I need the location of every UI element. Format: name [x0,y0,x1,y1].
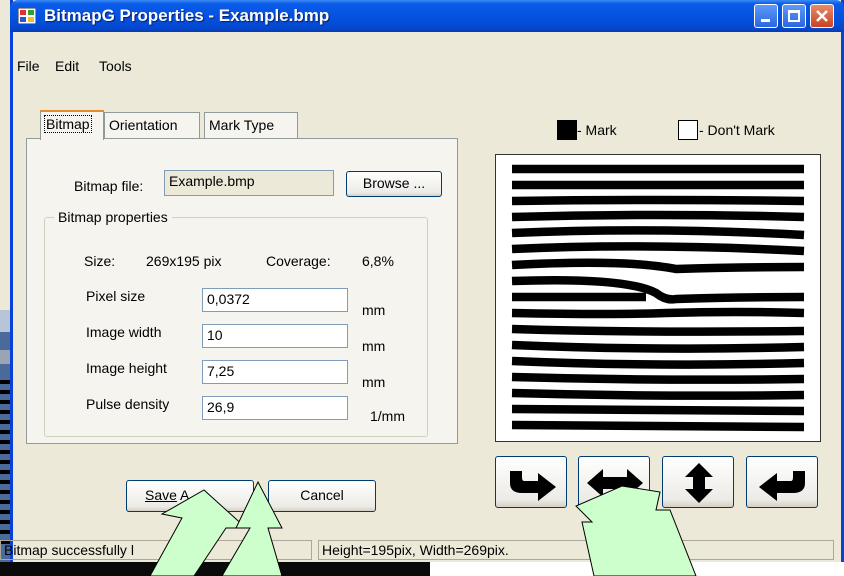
annotation-arrows-overlay [149,480,697,576]
annotation-arrow-cancel [221,480,283,576]
annotation-arrow-flip [575,485,697,576]
tab-bitmap[interactable]: Bitmap [40,110,104,140]
